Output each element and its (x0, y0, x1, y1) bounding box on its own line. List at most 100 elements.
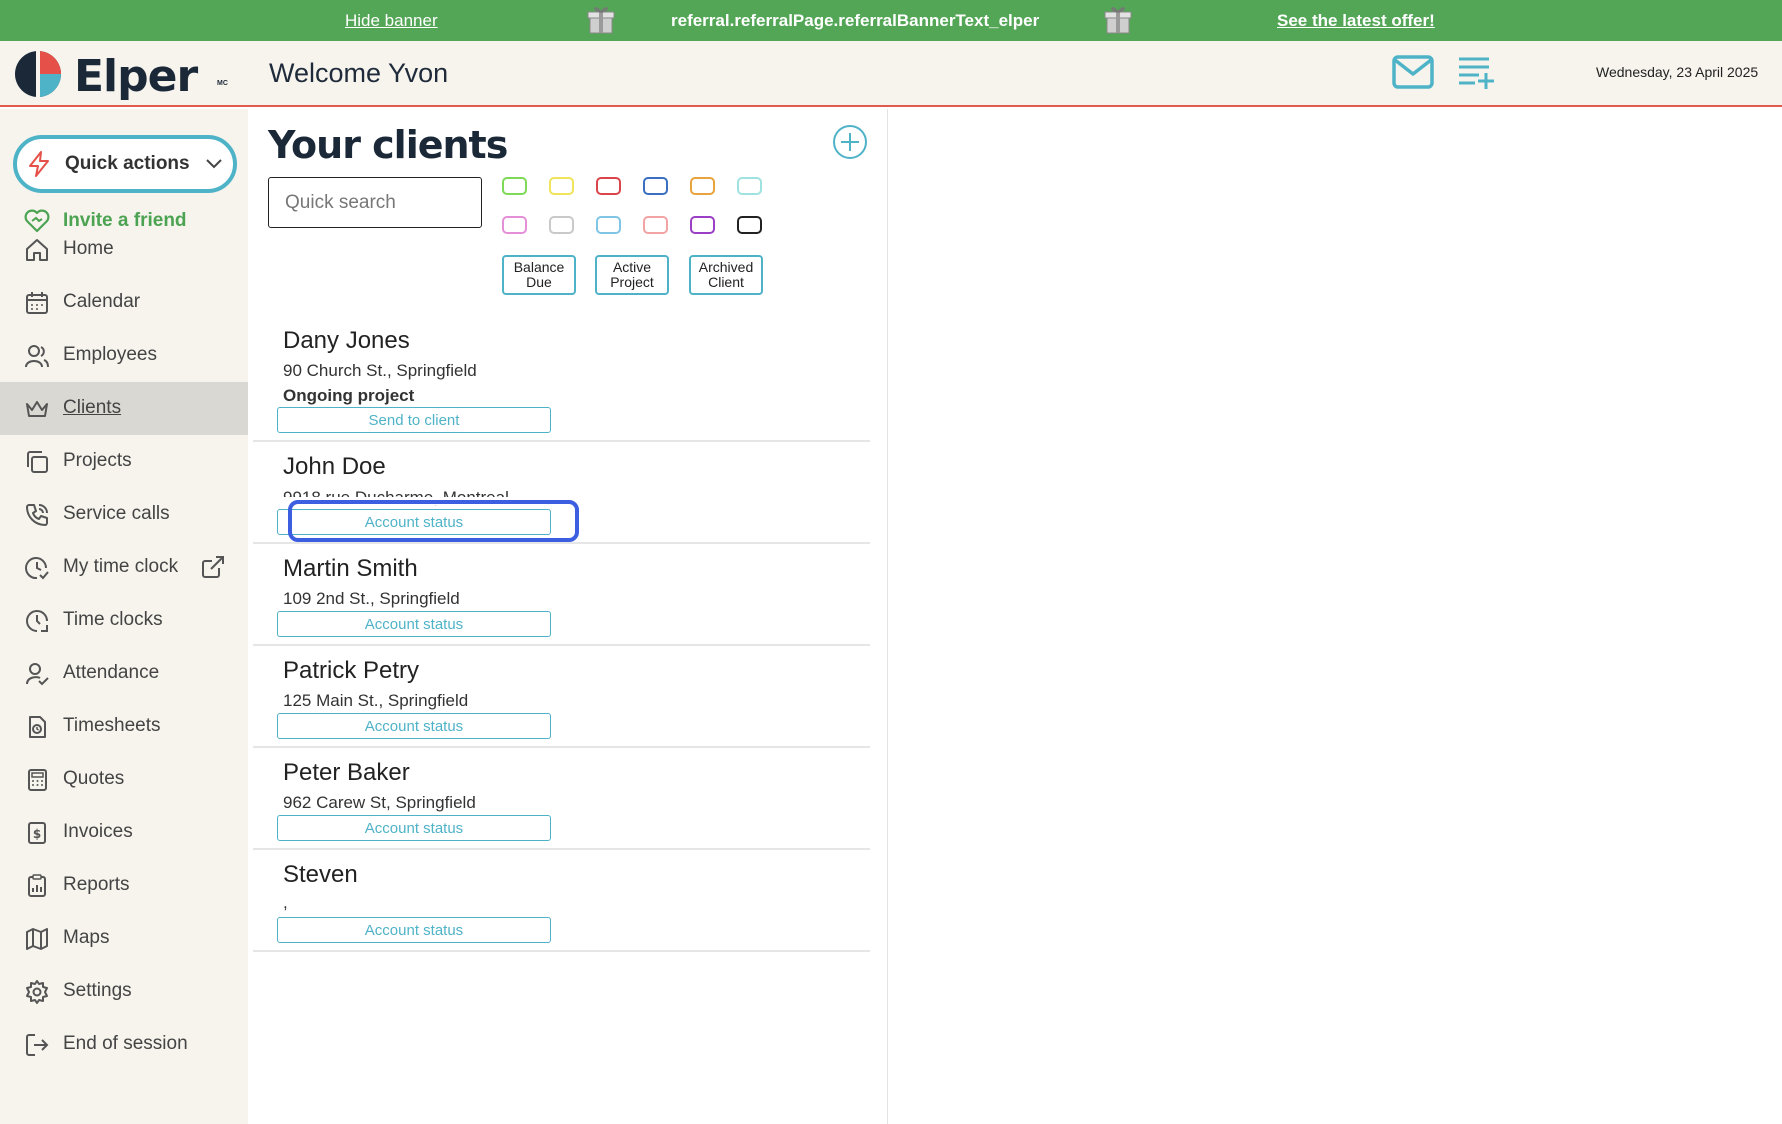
referral-banner: Hide banner referral.referralPage.referr… (0, 0, 1782, 41)
gift-icon (1104, 7, 1132, 34)
color-filter-swatch[interactable] (737, 216, 762, 234)
home-icon (26, 239, 48, 261)
client-row[interactable]: Patrick Petry 125 Main St., Springfield … (253, 646, 870, 748)
external-link-icon[interactable] (201, 555, 225, 579)
client-address: 90 Church St., Springfield (283, 361, 477, 380)
sidebar-item-label: Settings (63, 980, 132, 1001)
sidebar-item-label: Projects (63, 450, 132, 471)
client-row[interactable]: Dany Jones 90 Church St., Springfield On… (253, 315, 870, 442)
account-status-button[interactable]: Account status (277, 713, 551, 739)
quick-actions-label: Quick actions (65, 153, 190, 174)
sidebar-item-attendance[interactable]: Attendance (0, 647, 248, 700)
sidebar-item-label: Reports (63, 874, 130, 895)
color-filter-swatch[interactable] (502, 177, 527, 195)
sidebar-item-label: Attendance (63, 662, 160, 683)
elper-logo[interactable]: Elper MC (14, 50, 228, 102)
sidebar-item-reports[interactable]: Reports (0, 859, 248, 912)
sidebar-item-service-calls[interactable]: Service calls (0, 488, 248, 541)
client-address: 109 2nd St., Springfield (283, 589, 460, 608)
sidebar-item-end-of-session[interactable]: End of session (0, 1018, 248, 1071)
client-name: Steven (283, 861, 358, 888)
welcome-text: Welcome Yvon (269, 58, 449, 88)
send-to-client-button[interactable]: Send to client (277, 407, 551, 433)
sidebar-item-label: Quotes (63, 768, 125, 789)
client-name: Patrick Petry (283, 657, 420, 684)
clock-check-icon (25, 557, 49, 580)
quick-actions-button[interactable]: Quick actions (13, 135, 237, 193)
sidebar-item-label: My time clock (63, 556, 179, 577)
invoice-icon: $ (28, 822, 46, 844)
latest-offer-link[interactable]: See the latest offer! (1277, 11, 1435, 31)
color-filter-swatch[interactable] (596, 177, 621, 195)
color-filter-swatch[interactable] (596, 216, 621, 234)
client-project-status: Ongoing project (283, 386, 415, 405)
focus-highlight (288, 500, 579, 542)
sidebar-item-maps[interactable]: Maps (0, 912, 248, 965)
sidebar-item-label: Calendar (63, 291, 141, 312)
tag-archived-client-button[interactable]: Archived Client (689, 255, 763, 295)
sidebar-item-timesheets[interactable]: Timesheets (0, 700, 248, 753)
account-status-button[interactable]: Account status (277, 815, 551, 841)
calendar-icon (26, 292, 48, 314)
color-filter-swatch[interactable] (643, 216, 668, 234)
svg-text:$: $ (33, 827, 41, 841)
sidebar-item-label: Clients (63, 397, 122, 418)
mail-icon[interactable] (1392, 54, 1434, 90)
sidebar-item-invoices[interactable]: $ Invoices (0, 806, 248, 859)
sidebar-item-time-clocks[interactable]: Time clocks (0, 594, 248, 647)
logo-mc: MC (217, 80, 228, 87)
tag-label: Active (612, 259, 652, 275)
sidebar-item-label: Home (63, 238, 114, 259)
map-icon (26, 928, 48, 950)
phone-icon (26, 504, 48, 526)
client-address: 962 Carew St, Springfield (283, 793, 476, 812)
color-filter-swatch[interactable] (737, 177, 762, 195)
report-icon (28, 874, 46, 897)
add-client-icon[interactable] (832, 124, 868, 160)
color-filter-swatch[interactable] (690, 177, 715, 195)
hide-banner-link[interactable]: Hide banner (345, 11, 438, 31)
logout-icon (26, 1034, 49, 1056)
tag-label: Due (526, 274, 552, 290)
tag-balance-due-button[interactable]: Balance Due (502, 255, 576, 295)
color-filter-swatch[interactable] (549, 177, 574, 195)
sidebar-item-label: Service calls (63, 503, 170, 524)
client-row[interactable]: Martin Smith 109 2nd St., Springfield Ac… (253, 544, 870, 646)
chevron-down-icon (206, 159, 222, 169)
sidebar-item-home[interactable]: Home (0, 223, 248, 276)
client-row[interactable]: Peter Baker 962 Carew St, Springfield Ac… (253, 748, 870, 850)
sidebar-item-projects[interactable]: Projects (0, 435, 248, 488)
sidebar-item-clients[interactable]: Clients (0, 382, 248, 435)
tag-label: Balance (513, 259, 565, 275)
tag-active-project-button[interactable]: Active Project (595, 255, 669, 295)
sidebar-item-label: Timesheets (63, 715, 161, 736)
gear-icon (26, 980, 48, 1004)
sidebar-item-quotes[interactable]: Quotes (0, 753, 248, 806)
sidebar-item-label: Time clocks (63, 609, 163, 630)
sidebar-item-label: Invoices (63, 821, 133, 842)
search-input[interactable] (268, 177, 482, 228)
color-filter-swatch[interactable] (549, 216, 574, 234)
color-filter-swatch[interactable] (643, 177, 668, 195)
sidebar-item-calendar[interactable]: Calendar (0, 276, 248, 329)
sidebar-item-employees[interactable]: Employees (0, 329, 248, 382)
banner-text: referral.referralPage.referralBannerText… (671, 11, 1040, 30)
sidebar-item-my-time-clock[interactable]: My time clock (0, 541, 248, 594)
logo-mark-icon (15, 50, 61, 98)
color-filter-swatch[interactable] (502, 216, 527, 234)
client-name: Peter Baker (283, 759, 410, 786)
copy-icon (27, 451, 48, 473)
account-status-button[interactable]: Account status (277, 917, 551, 943)
new-list-icon[interactable] (1457, 54, 1495, 90)
current-date: Wednesday, 23 April 2025 (1596, 64, 1759, 80)
client-row[interactable]: Steven , Account status (253, 850, 870, 952)
account-status-button[interactable]: Account status (277, 611, 551, 637)
logo-text: Elper (74, 51, 198, 102)
sidebar-item-settings[interactable]: Settings (0, 965, 248, 1018)
color-filter-swatch[interactable] (690, 216, 715, 234)
client-name: Martin Smith (283, 555, 418, 582)
app-header: Elper MC Welcome Yvon Wednesday, 23 Apri… (0, 41, 1782, 107)
timesheet-icon (29, 716, 46, 738)
sidebar: Quick actions Invite a friend Home Calen… (0, 109, 248, 1124)
calculator-icon (28, 769, 47, 791)
